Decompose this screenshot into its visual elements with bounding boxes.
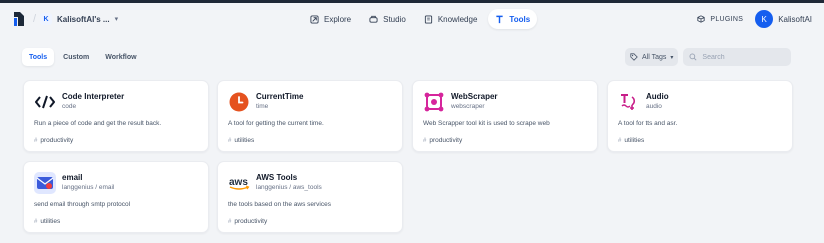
tool-title: Audio <box>646 92 669 101</box>
divider: / <box>33 13 37 25</box>
tags-filter-label: All Tags <box>642 53 667 61</box>
tool-card-code-interpreter[interactable]: Code Interpreter code Run a piece of cod… <box>23 80 209 152</box>
svg-text:aws: aws <box>229 177 248 188</box>
tool-title: Code Interpreter <box>62 92 125 101</box>
tool-tag-label: productivity <box>429 137 463 144</box>
tab-tools[interactable]: Tools <box>22 48 55 66</box>
tool-description: Run a piece of code and get the result b… <box>34 120 162 127</box>
chevron-down-icon: ▾ <box>670 54 674 61</box>
search-icon <box>689 53 697 61</box>
workspace-avatar: K <box>40 13 52 25</box>
tool-card-email[interactable]: email langgenius / email send email thro… <box>23 161 209 233</box>
nav-studio[interactable]: Studio <box>362 9 413 29</box>
tool-author: langgenius / email <box>62 184 115 191</box>
hash-icon: # <box>34 137 38 144</box>
tool-title: WebScraper <box>451 92 498 101</box>
tool-tag: # productivity <box>423 137 462 144</box>
nav-tools-label: Tools <box>509 14 531 24</box>
tool-description: Web Scrapper tool kit is used to scrape … <box>423 120 550 127</box>
tool-tag: # utilities <box>34 218 60 225</box>
tool-tag-label: productivity <box>40 137 74 144</box>
tool-tag-label: utilities <box>234 137 255 144</box>
email-icon <box>34 172 56 194</box>
plugins-label: PLUGINS <box>710 15 744 23</box>
logo-icon[interactable] <box>14 12 24 26</box>
tool-title: CurrentTime <box>256 92 304 101</box>
tags-filter[interactable]: All Tags ▾ <box>625 48 679 66</box>
tab-workflow[interactable]: Workflow <box>98 48 143 66</box>
tool-tag: # utilities <box>228 137 254 144</box>
tool-description: A tool for getting the current time. <box>228 120 324 127</box>
nav-knowledge[interactable]: Knowledge <box>417 9 485 29</box>
cube-icon <box>697 15 705 23</box>
tool-title: email <box>62 173 83 182</box>
header-right: PLUGINS K KalisoftAI <box>697 10 812 28</box>
tool-description: send email through smtp protocol <box>34 201 131 208</box>
nav-studio-label: Studio <box>383 14 406 24</box>
tool-description: the tools based on the aws services <box>228 201 331 208</box>
chevron-down-icon: ▾ <box>114 16 119 23</box>
tool-author: time <box>256 103 269 110</box>
tool-tag-label: utilities <box>40 218 61 225</box>
tool-type-tabs: Tools Custom Workflow <box>22 48 144 66</box>
search-input[interactable] <box>702 53 783 61</box>
aws-icon: aws <box>228 172 250 194</box>
workspace-name: KalisoftAI's ... <box>57 14 110 24</box>
nav-tools[interactable]: Tools <box>488 9 538 29</box>
hash-icon: # <box>228 137 232 144</box>
tool-title: AWS Tools <box>256 173 298 182</box>
tool-tag-label: utilities <box>624 137 645 144</box>
nav-explore-label: Explore <box>324 14 352 24</box>
user-menu[interactable]: K KalisoftAI <box>755 10 812 28</box>
webscraper-icon <box>423 91 445 113</box>
clock-icon <box>228 91 250 113</box>
hash-icon: # <box>618 137 622 144</box>
tool-card-aws-tools[interactable]: aws AWS Tools langgenius / aws_tools the… <box>217 161 403 233</box>
hash-icon: # <box>34 218 38 225</box>
explore-icon <box>310 14 319 24</box>
user-name: KalisoftAI <box>778 14 812 24</box>
tool-author: audio <box>646 103 662 110</box>
tools-icon <box>496 15 504 23</box>
studio-icon <box>369 15 378 23</box>
hash-icon: # <box>423 137 427 144</box>
header: / K KalisoftAI's ... ▾ Explore Studio Kn… <box>0 3 824 35</box>
tag-icon <box>630 53 638 61</box>
workspace-selector[interactable]: K KalisoftAI's ... ▾ <box>40 10 118 28</box>
code-icon <box>34 91 56 113</box>
tool-tag: # productivity <box>34 137 73 144</box>
knowledge-icon <box>424 14 432 24</box>
search-box[interactable] <box>683 48 792 66</box>
tool-tag-label: productivity <box>234 218 268 225</box>
tab-custom[interactable]: Custom <box>56 48 96 66</box>
tool-card-audio[interactable]: Audio audio A tool for tts and asr. # uti… <box>607 80 793 152</box>
tool-card-webscraper[interactable]: WebScraper webscraper Web Scrapper tool … <box>412 80 598 152</box>
tool-tag: # productivity <box>228 218 267 225</box>
audio-icon <box>618 91 640 113</box>
nav-knowledge-label: Knowledge <box>437 14 478 24</box>
nav-explore[interactable]: Explore <box>303 9 358 29</box>
main-nav: Explore Studio Knowledge Tools <box>303 9 538 29</box>
filters: All Tags ▾ <box>625 48 792 66</box>
tool-card-currenttime[interactable]: CurrentTime time A tool for getting the … <box>217 80 403 152</box>
tool-author: webscraper <box>451 103 485 110</box>
hash-icon: # <box>228 218 232 225</box>
tool-author: code <box>62 103 77 110</box>
tool-author: langgenius / aws_tools <box>256 184 322 191</box>
tool-tag: # utilities <box>618 137 644 144</box>
tool-description: A tool for tts and asr. <box>618 120 678 127</box>
avatar: K <box>755 10 774 28</box>
plugins-button[interactable]: PLUGINS <box>697 15 743 23</box>
